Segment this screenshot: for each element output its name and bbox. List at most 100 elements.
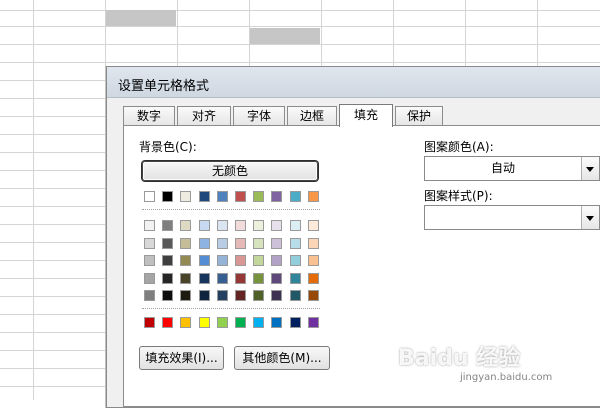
shade-color-swatch[interactable] [216, 255, 228, 266]
shade-color-swatch[interactable] [271, 255, 283, 266]
standard-color-swatch[interactable] [307, 317, 319, 328]
shade-color-swatch[interactable] [198, 237, 210, 249]
shade-color-swatch[interactable] [180, 237, 192, 249]
shade-color-swatch[interactable] [235, 255, 246, 266]
shade-color-swatch[interactable] [162, 272, 174, 284]
shade-color-swatch[interactable] [162, 255, 174, 266]
shade-color-swatch[interactable] [162, 220, 174, 231]
shade-color-swatch[interactable] [271, 272, 283, 284]
tab-font[interactable]: 字体 [233, 106, 285, 125]
standard-color-swatch[interactable] [180, 317, 192, 328]
pattern-color-value: 自动 [490, 161, 515, 175]
shade-color-swatch[interactable] [198, 290, 210, 301]
grid-row-line [0, 26, 600, 27]
shade-color-swatch[interactable] [271, 220, 283, 231]
shade-color-swatch[interactable] [198, 272, 210, 284]
shade-color-swatch[interactable] [289, 237, 301, 249]
base-color-swatch[interactable] [271, 191, 283, 202]
pattern-color-label: 图案颜色(A): [424, 140, 494, 154]
shade-color-swatch[interactable] [162, 237, 174, 249]
shade-color-swatch[interactable] [307, 272, 319, 284]
shade-color-swatch[interactable] [253, 255, 265, 266]
tab-number[interactable]: 数字 [123, 106, 175, 125]
tab-border[interactable]: 边框 [287, 106, 337, 125]
base-color-swatch[interactable] [144, 191, 155, 202]
grid-column-line [33, 0, 34, 400]
pattern-style-value [425, 206, 581, 229]
more-colors-button[interactable]: 其他颜色(M)... [234, 346, 330, 370]
shade-color-swatch[interactable] [253, 237, 265, 249]
shade-color-swatch[interactable] [216, 220, 228, 231]
watermark-url: jingyan.baidu.com [460, 372, 553, 383]
shade-color-swatch[interactable] [216, 237, 228, 249]
shade-color-swatch[interactable] [271, 237, 283, 249]
shade-color-swatch[interactable] [253, 272, 265, 284]
pattern-color-select[interactable]: 自动 [424, 156, 600, 181]
fill-effects-button[interactable]: 填充效果(I)... [139, 346, 224, 370]
shade-color-swatch[interactable] [253, 290, 265, 301]
shade-color-swatch[interactable] [180, 255, 192, 266]
shade-color-swatch[interactable] [180, 220, 192, 231]
pattern-style-label: 图案样式(P): [424, 189, 493, 203]
no-color-button[interactable]: 无颜色 [142, 161, 318, 181]
shade-color-swatch[interactable] [144, 220, 155, 231]
shade-color-swatch[interactable] [289, 220, 301, 231]
shade-color-swatch[interactable] [144, 255, 155, 266]
shade-color-swatch[interactable] [180, 290, 192, 301]
shade-color-swatch[interactable] [307, 255, 319, 266]
dialog-titlebar[interactable]: 设置单元格格式 [107, 67, 600, 98]
base-color-swatch[interactable] [198, 191, 210, 202]
shade-color-swatch[interactable] [307, 220, 319, 231]
shade-color-swatch[interactable] [235, 272, 246, 284]
grid-row-line [0, 44, 600, 45]
shade-color-swatch[interactable] [180, 272, 192, 284]
standard-color-swatch[interactable] [144, 317, 155, 328]
base-color-swatch[interactable] [180, 191, 192, 202]
standard-color-swatch[interactable] [235, 317, 246, 328]
shade-color-swatch[interactable] [144, 237, 155, 249]
standard-color-swatch[interactable] [216, 317, 228, 328]
shade-color-swatch[interactable] [198, 220, 210, 231]
highlighted-cell [106, 10, 176, 26]
shade-color-swatch[interactable] [235, 237, 246, 249]
standard-color-swatch[interactable] [162, 317, 174, 328]
shade-color-swatch[interactable] [307, 290, 319, 301]
shade-color-swatch[interactable] [198, 255, 210, 266]
palette-separator [142, 209, 320, 210]
palette-separator [142, 308, 320, 309]
shade-color-swatch[interactable] [289, 255, 301, 266]
shade-color-swatch[interactable] [144, 290, 155, 301]
base-color-swatch[interactable] [235, 191, 246, 202]
shade-color-swatch[interactable] [289, 272, 301, 284]
grid-row-line [0, 62, 600, 63]
base-color-swatch[interactable] [307, 191, 319, 202]
chevron-down-icon[interactable] [581, 157, 599, 180]
base-color-swatch[interactable] [162, 191, 174, 202]
shade-color-swatch[interactable] [162, 290, 174, 301]
shade-color-swatch[interactable] [253, 220, 265, 231]
shade-color-swatch[interactable] [235, 220, 246, 231]
shade-color-swatch[interactable] [289, 290, 301, 301]
tab-fill[interactable]: 填充 [339, 104, 393, 127]
background-color-label: 背景色(C): [139, 140, 197, 154]
standard-color-swatch[interactable] [289, 317, 301, 328]
tab-alignment[interactable]: 对齐 [177, 106, 231, 125]
shade-color-swatch[interactable] [144, 272, 155, 284]
shade-color-swatch[interactable] [235, 290, 246, 301]
highlighted-cell [250, 28, 320, 44]
standard-color-swatch[interactable] [198, 317, 210, 328]
standard-color-swatch[interactable] [253, 317, 265, 328]
chevron-down-icon[interactable] [581, 206, 599, 229]
shade-color-swatch[interactable] [216, 290, 228, 301]
base-color-swatch[interactable] [253, 191, 265, 202]
grid-row-line [0, 10, 600, 11]
standard-color-swatch[interactable] [271, 317, 283, 328]
shade-color-swatch[interactable] [307, 237, 319, 249]
watermark-brand: Baidu 经验 [398, 346, 521, 371]
shade-color-swatch[interactable] [216, 272, 228, 284]
base-color-swatch[interactable] [216, 191, 228, 202]
shade-color-swatch[interactable] [271, 290, 283, 301]
base-color-swatch[interactable] [289, 191, 301, 202]
tab-protection[interactable]: 保护 [395, 106, 443, 125]
pattern-style-select[interactable] [424, 205, 600, 230]
